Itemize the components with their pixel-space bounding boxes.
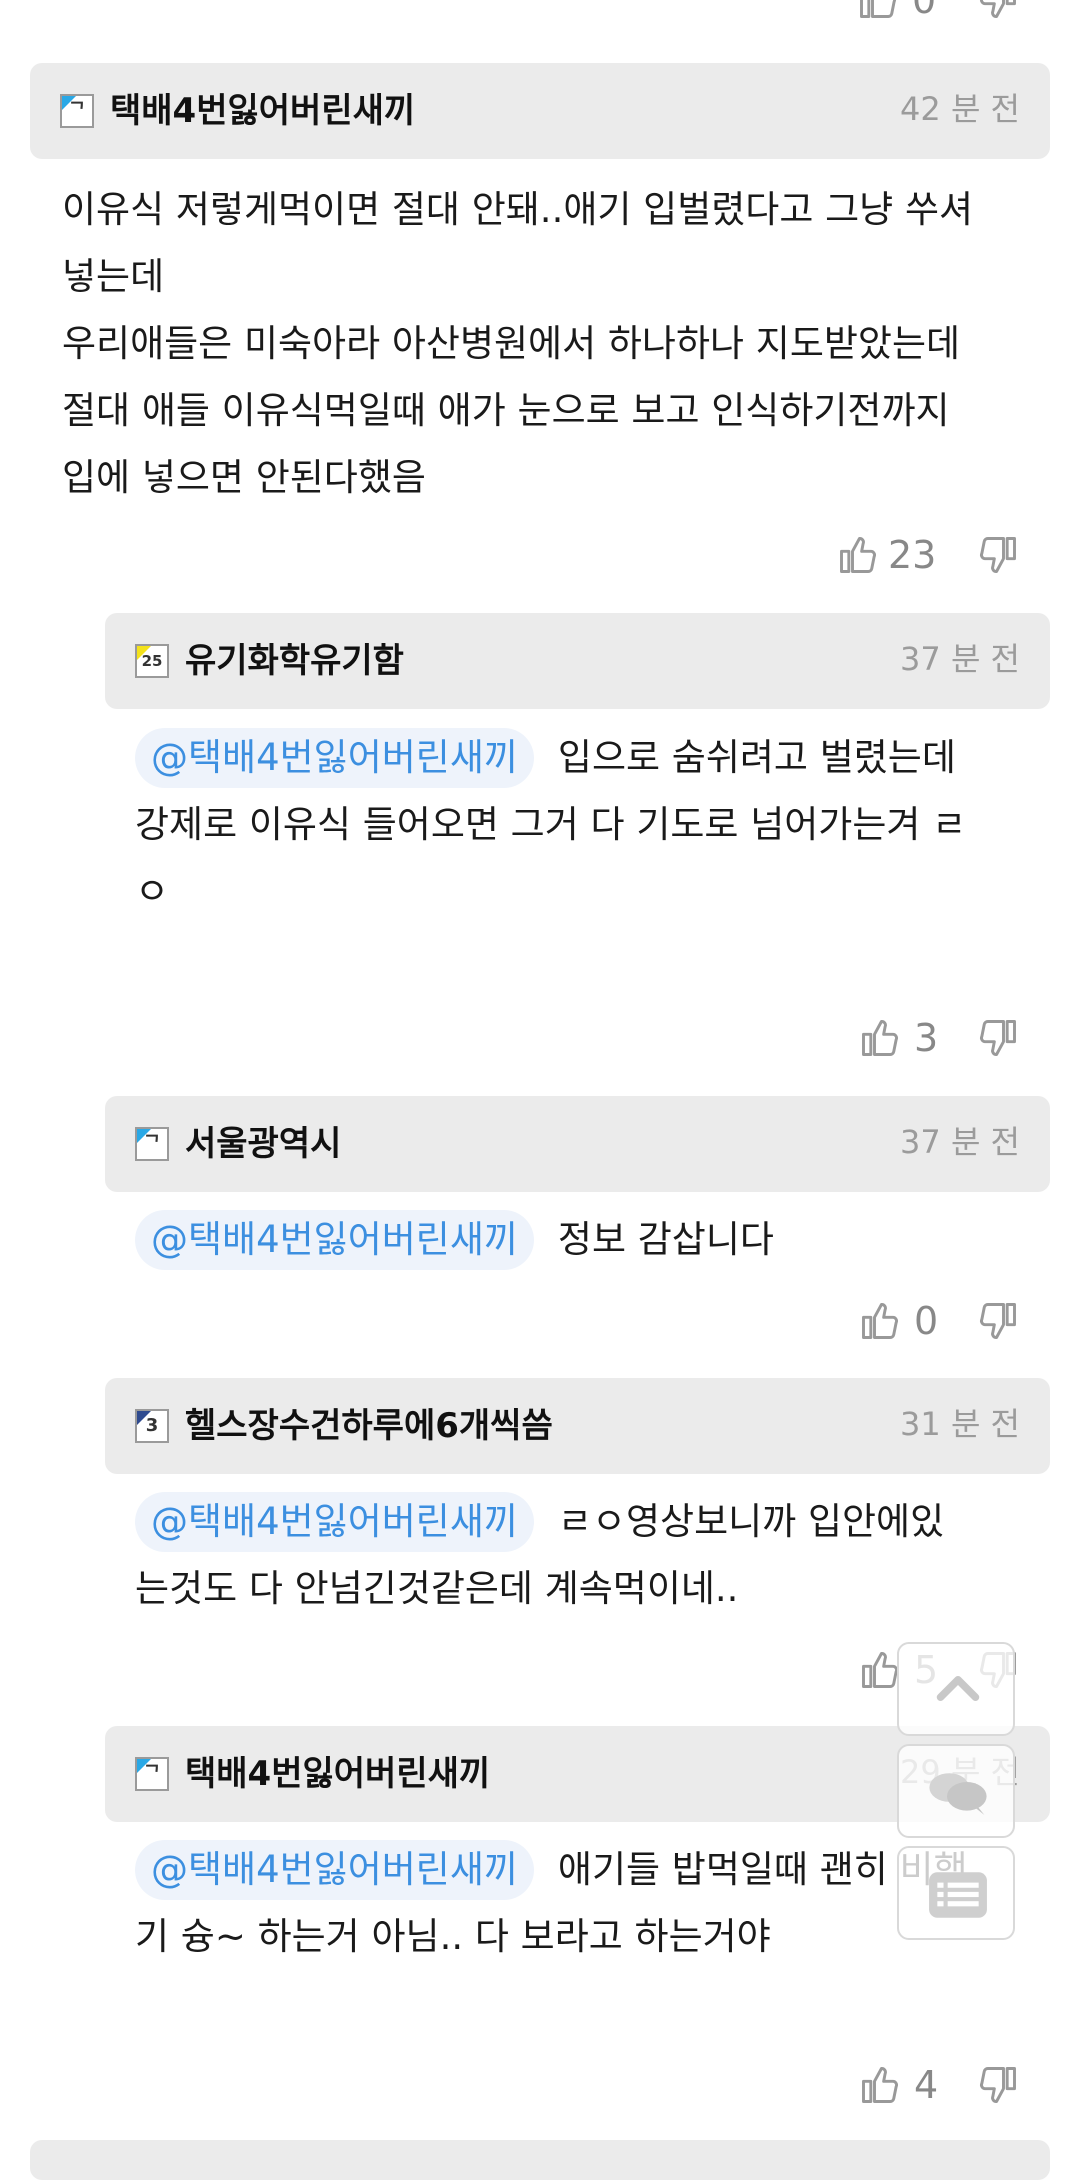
thumbs-up-icon[interactable] (856, 0, 900, 22)
reply-vote-row: 0 (858, 1291, 1058, 1351)
mention-tag[interactable]: @택배4번잃어버린새끼 (135, 1840, 534, 1900)
thumbs-down-icon[interactable] (976, 0, 1020, 22)
reply-body: @택배4번잃어버린새끼 입으로 숨쉬려고 벌렸는데 강제로 이유식 들어오면 그거… (135, 724, 1045, 925)
comment-vote-row: 23 (836, 525, 1056, 585)
comment-username[interactable]: 택배4번잃어버린새끼 (110, 91, 415, 131)
thumbs-down-icon[interactable] (976, 2063, 1020, 2107)
chevron-up-icon (936, 1676, 980, 1701)
upvote-count: 0 (912, 0, 937, 22)
reply-time: 37 분 전 (900, 640, 1020, 678)
reply-vote-row: 3 (858, 1008, 1058, 1068)
reply-header: 25 유기화학유기함 37 분 전 (105, 613, 1050, 709)
reply-time: 37 분 전 (900, 1123, 1020, 1161)
mention-tag[interactable]: @택배4번잃어버린새끼 (135, 1210, 534, 1270)
reply-vote-row: 4 (858, 2055, 1058, 2115)
thumbs-down-icon[interactable] (976, 1299, 1020, 1343)
thumbs-down-icon[interactable] (976, 533, 1020, 577)
reply-header: ᄀ 서울광역시 37 분 전 (105, 1096, 1050, 1192)
level-badge: ᄀ (60, 94, 94, 128)
level-badge: 25 (135, 644, 169, 678)
mention-tag[interactable]: @택배4번잃어버린새끼 (135, 728, 534, 788)
level-badge: ᄀ (135, 1127, 169, 1161)
speech-bubble-icon (929, 1773, 987, 1815)
mention-tag[interactable]: @택배4번잃어버린새끼 (135, 1492, 534, 1552)
upvote-count: 3 (914, 1016, 939, 1060)
reply-header: 3 헬스장수건하루에6개씩씀 31 분 전 (105, 1378, 1050, 1474)
reply-username[interactable]: 헬스장수건하루에6개씩씀 (185, 1406, 553, 1446)
upvote-count: 4 (914, 2063, 939, 2107)
thumbs-up-icon[interactable] (858, 1299, 902, 1343)
thumbs-up-icon[interactable] (858, 1016, 902, 1060)
comment-time: 42 분 전 (900, 90, 1020, 128)
comments-button[interactable] (897, 1744, 1015, 1838)
reply-body: @택배4번잃어버린새끼 정보 감삽니다 (135, 1206, 1045, 1273)
list-button[interactable] (897, 1846, 1015, 1940)
top-vote-row: 0 (856, 0, 1056, 30)
reply-time: 31 분 전 (900, 1405, 1020, 1443)
thumbs-up-icon[interactable] (836, 533, 880, 577)
thumbs-down-icon[interactable] (976, 1016, 1020, 1060)
reply-username[interactable]: 서울광역시 (185, 1124, 341, 1164)
level-badge: ᄀ (135, 1757, 169, 1791)
thumbs-up-icon[interactable] (858, 2063, 902, 2107)
reply-username[interactable]: 유기화학유기함 (185, 641, 404, 681)
list-icon (929, 1872, 987, 1918)
next-comment-header (30, 2140, 1050, 2180)
comment-header: ᄀ 택배4번잃어버린새끼 42 분 전 (30, 63, 1050, 159)
upvote-count: 23 (888, 533, 937, 577)
comment-body: 이유식 저렇게먹이면 절대 안돼..애기 입벌렸다고 그냥 쑤셔 넣는데 우리애… (62, 188, 974, 499)
thumbs-up-icon[interactable] (858, 1648, 902, 1692)
scroll-top-button[interactable] (897, 1642, 1015, 1736)
reply-body: @택배4번잃어버린새끼 ㄹㅇ영상보니까 입안에있 는것도 다 안넘긴것같은데 계속… (135, 1488, 1045, 1622)
level-badge: 3 (135, 1409, 169, 1443)
reply-username[interactable]: 택배4번잃어버린새끼 (185, 1754, 490, 1794)
upvote-count: 0 (914, 1299, 939, 1343)
